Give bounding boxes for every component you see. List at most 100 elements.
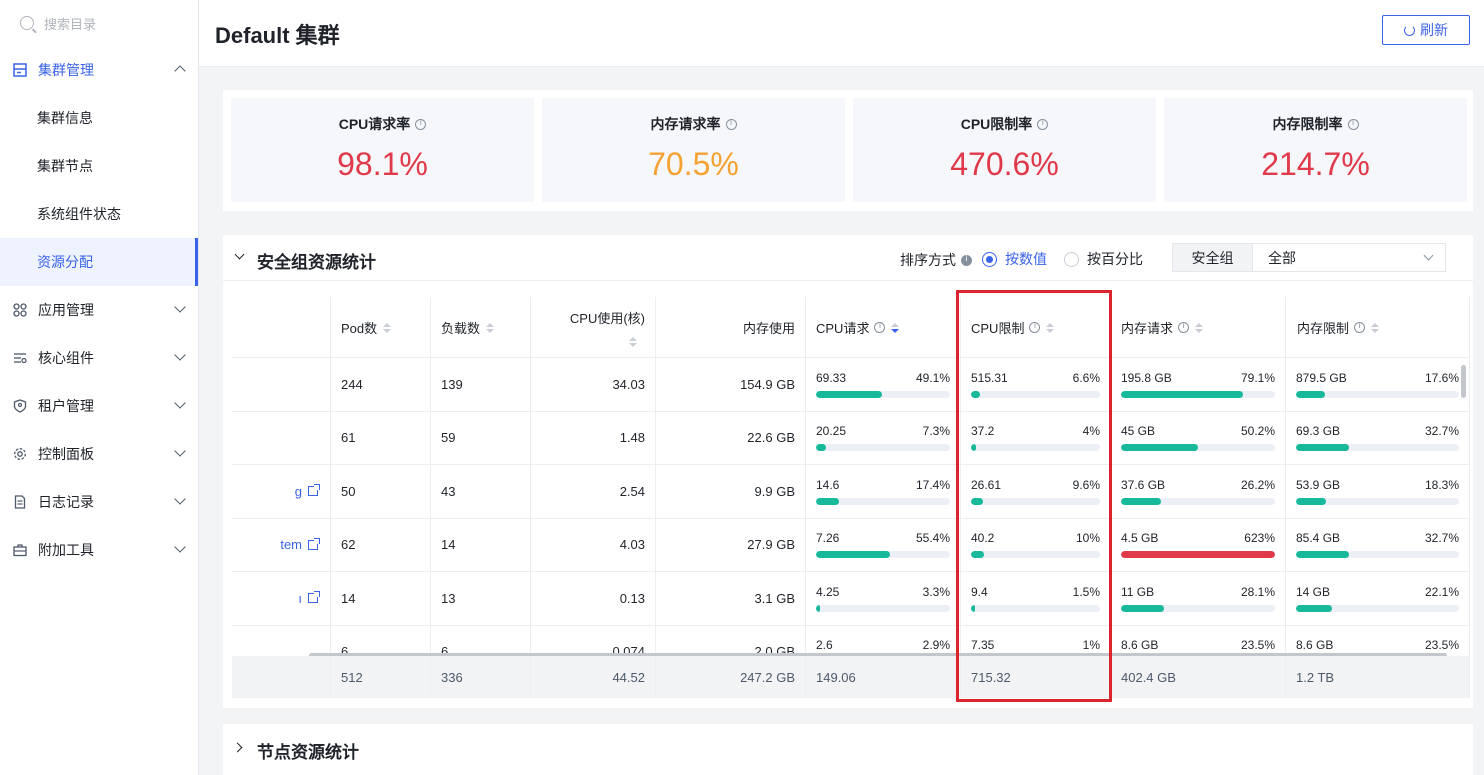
- col-memory-request[interactable]: 内存请求: [1111, 297, 1286, 358]
- sort-by-value-radio[interactable]: 按数值: [982, 249, 1047, 269]
- value: 14.6: [816, 477, 840, 492]
- nav-label: 集群管理: [38, 62, 94, 78]
- sort-icon[interactable]: [1195, 322, 1204, 333]
- sort-icon[interactable]: [383, 322, 392, 333]
- nav-app-management[interactable]: 应用管理: [0, 286, 198, 334]
- col-cpu-usage[interactable]: CPU使用(核): [531, 297, 656, 358]
- collapse-chevron-icon[interactable]: [234, 249, 245, 260]
- sort-by-percent-radio[interactable]: 按百分比: [1064, 249, 1143, 269]
- progress-fill: [1296, 551, 1350, 559]
- percent: 55.4%: [915, 531, 950, 546]
- info-icon[interactable]: [874, 321, 886, 333]
- apps-icon: [12, 302, 28, 318]
- tenant-shield-icon: [12, 398, 28, 414]
- percent: 2.9%: [922, 638, 950, 653]
- nav-tenant-management[interactable]: 租户管理: [0, 382, 198, 430]
- vertical-scrollbar[interactable]: [1461, 365, 1466, 398]
- info-icon[interactable]: [725, 118, 737, 130]
- value: 4.25: [816, 584, 840, 599]
- nav-addons[interactable]: 附加工具: [0, 526, 198, 574]
- chevron-down-icon: [174, 301, 186, 313]
- sidebar: 搜索目录 集群管理 集群信息 集群节点 系统组件状态 资源分配 应用管理 核心组…: [0, 0, 199, 775]
- progress-fill: [1296, 444, 1350, 452]
- progress-fill: [1296, 390, 1325, 398]
- sort-icon[interactable]: [1371, 322, 1380, 333]
- nav-cluster-nodes[interactable]: 集群节点: [0, 142, 198, 190]
- pods-cell: 62: [331, 518, 431, 571]
- refresh-button[interactable]: 刷新: [1382, 15, 1470, 45]
- table-row: ı 14 13 0.13 3.1 GB 4.25 3.3% 9.4 1.5% 11 GB 28.1%…: [232, 572, 1470, 626]
- col-cpu-request[interactable]: CPU请求: [806, 297, 961, 358]
- sort-icon[interactable]: [891, 322, 900, 333]
- value: 53.9 GB: [1296, 477, 1341, 492]
- info-icon[interactable]: [415, 118, 427, 130]
- cpu-lim-cell: 9.4 1.5%: [961, 572, 1111, 625]
- progress-bar: [1121, 390, 1275, 398]
- pods-cell: 244: [331, 358, 431, 411]
- nav-cluster-info[interactable]: 集群信息: [0, 94, 198, 142]
- percent: 18.3%: [1424, 477, 1459, 492]
- security-group-link[interactable]: ı: [232, 572, 331, 625]
- value: 45 GB: [1121, 424, 1156, 439]
- col-pods[interactable]: Pod数: [331, 297, 431, 358]
- nav-system-components[interactable]: 系统组件状态: [0, 190, 198, 238]
- group-name[interactable]: ı: [298, 591, 302, 606]
- col-name: [232, 297, 331, 358]
- col-loads[interactable]: 负载数: [431, 297, 531, 358]
- total-cpu-request: 149.06: [806, 656, 961, 698]
- progress-bar: [971, 390, 1100, 398]
- sort-icon[interactable]: [629, 337, 637, 347]
- expand-chevron-icon[interactable]: [232, 742, 243, 753]
- security-group-link[interactable]: g: [232, 465, 331, 518]
- table-row: 61 59 1.48 22.6 GB 20.25 7.3% 37.2 4% 45 GB 50.2%…: [232, 411, 1470, 465]
- chevron-down-icon: [1423, 250, 1434, 261]
- progress-fill: [971, 444, 977, 452]
- col-cpu-limit[interactable]: CPU限制: [961, 297, 1111, 358]
- chevron-down-icon: [174, 349, 186, 361]
- percent: 49.1%: [915, 370, 950, 385]
- total-loads: 336: [431, 656, 531, 698]
- nav-core-components[interactable]: 核心组件: [0, 334, 198, 382]
- nav-label: 附加工具: [38, 542, 94, 558]
- refresh-label: 刷新: [1420, 22, 1448, 38]
- info-icon[interactable]: [1178, 321, 1190, 333]
- pods-cell: 14: [331, 572, 431, 625]
- progress-bar: [816, 604, 950, 612]
- external-link-icon[interactable]: [308, 591, 320, 604]
- chevron-down-icon: [174, 541, 186, 553]
- cpu-lim-cell: 40.2 10%: [961, 518, 1111, 571]
- value: 14 GB: [1296, 584, 1331, 599]
- sort-icon[interactable]: [486, 322, 495, 333]
- info-icon[interactable]: [961, 254, 972, 266]
- col-memory-limit[interactable]: 内存限制: [1286, 297, 1470, 358]
- cpu-lim-cell: 26.61 9.6%: [961, 465, 1111, 518]
- security-group-link: [232, 358, 331, 411]
- info-icon[interactable]: [1029, 321, 1041, 333]
- security-group-link[interactable]: tem: [232, 518, 331, 571]
- progress-bar: [1121, 604, 1275, 612]
- nav-logs[interactable]: 日志记录: [0, 478, 198, 526]
- group-name[interactable]: g: [295, 484, 302, 499]
- info-icon[interactable]: [1354, 321, 1366, 333]
- group-name[interactable]: tem: [280, 537, 302, 552]
- security-group-select[interactable]: 全部: [1252, 243, 1446, 272]
- nav-label: 核心组件: [38, 350, 94, 366]
- info-icon[interactable]: [1037, 118, 1049, 130]
- nav-resource-allocation[interactable]: 资源分配: [0, 238, 198, 286]
- nav-cluster-management[interactable]: 集群管理: [0, 46, 198, 94]
- value: 26.61: [971, 477, 1002, 492]
- stat-value: 214.7%: [1261, 146, 1370, 182]
- search-box[interactable]: 搜索目录: [0, 0, 198, 46]
- nav-control-panel[interactable]: 控制面板: [0, 430, 198, 478]
- col-memory-usage[interactable]: 内存使用: [656, 297, 806, 358]
- info-icon[interactable]: [1347, 118, 1359, 130]
- progress-bar: [816, 497, 950, 505]
- external-link-icon[interactable]: [308, 537, 320, 550]
- stat-card-memory-request: 内存请求率 70.5%: [542, 98, 845, 202]
- progress-fill: [816, 604, 821, 612]
- cpu-use-cell: 34.03: [531, 358, 656, 411]
- percent: 23.5%: [1424, 638, 1459, 653]
- external-link-icon[interactable]: [308, 484, 320, 497]
- section-title: 安全组资源统计: [257, 253, 376, 272]
- sort-icon[interactable]: [1046, 322, 1055, 333]
